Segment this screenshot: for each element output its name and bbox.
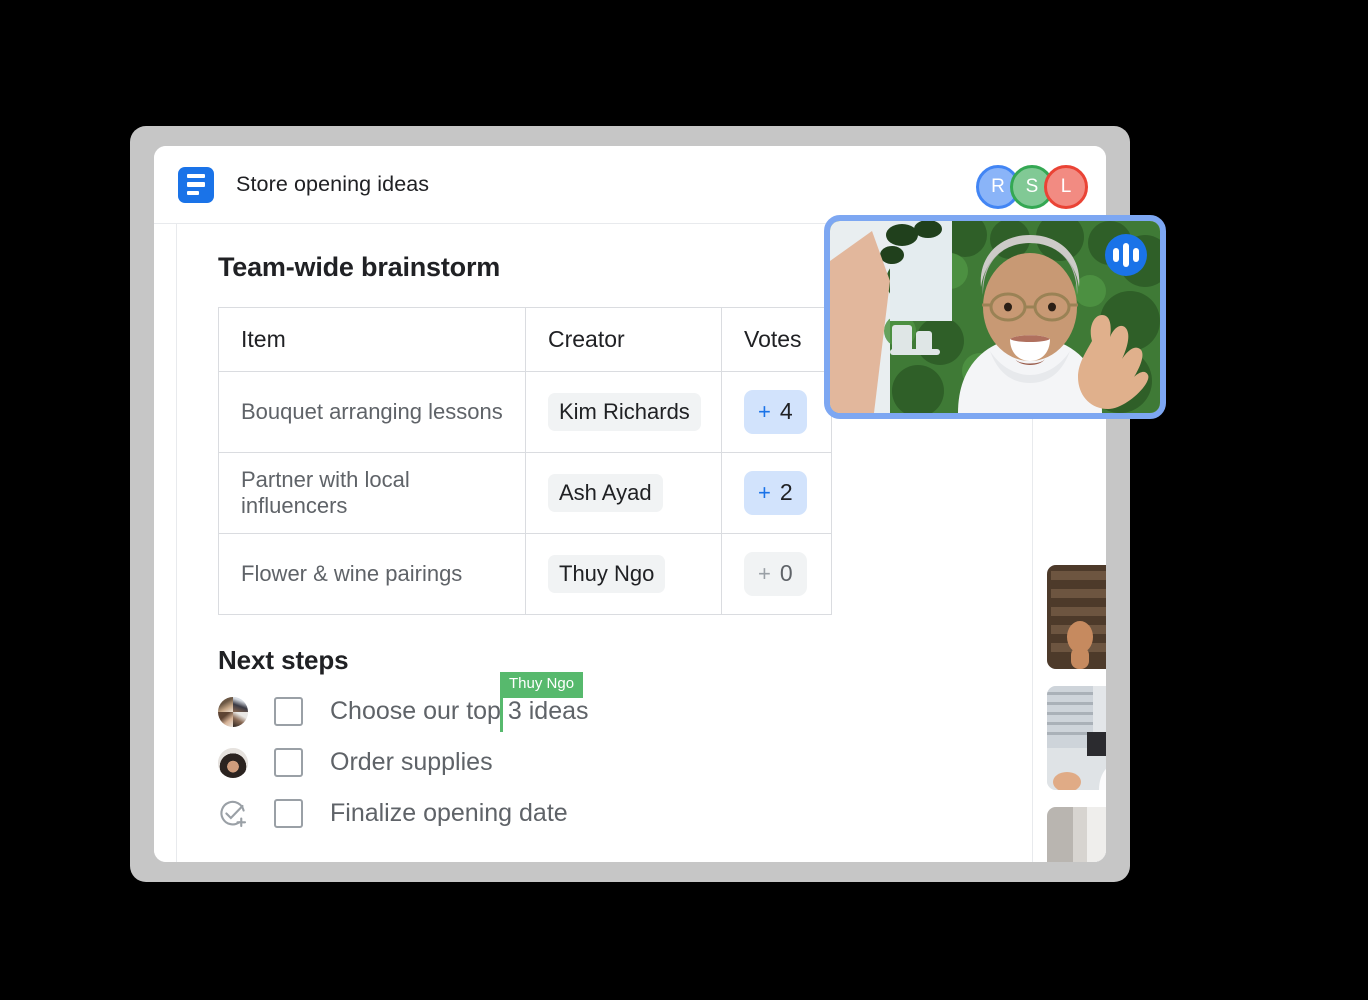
docs-icon [178, 166, 214, 203]
vote-plus-sign: + [758, 480, 771, 506]
video-call-panel [1032, 374, 1106, 862]
page-title: Store opening ideas [236, 172, 430, 196]
avatar-quad [218, 696, 248, 727]
table-header-row: Item Creator Votes [218, 307, 832, 372]
cell-item[interactable]: Bouquet arranging lessons [218, 371, 526, 453]
cell-item[interactable]: Flower & wine pairings [218, 533, 526, 615]
document-content: Team-wide brainstorm Item Creator Votes [218, 252, 918, 839]
cell-item[interactable]: Partner with local influencers [218, 452, 526, 534]
vote-count: 0 [779, 560, 793, 587]
speaking-indicator-badge [1105, 234, 1147, 276]
cell-creator: Kim Richards [525, 371, 722, 453]
task-checkbox[interactable] [274, 799, 303, 828]
creator-chip[interactable]: Ash Ayad [548, 473, 663, 513]
task-label: Finalize opening date [330, 799, 568, 827]
section-heading-next-steps: Next steps [218, 645, 349, 675]
presence-avatars: R S L [976, 165, 1088, 209]
self-video-tile[interactable] [824, 215, 1166, 419]
column-header-votes: Votes [721, 307, 832, 372]
page-margin-rule [176, 224, 177, 862]
vote-count: 2 [779, 479, 793, 506]
title-bar: Store opening ideas R S L [154, 146, 1106, 224]
participant-thumbnails [1047, 565, 1106, 862]
participant-thumbnail[interactable] [1047, 686, 1106, 790]
column-header-item: Item [218, 307, 526, 372]
list-item: Finalize opening date [218, 788, 918, 839]
task-label: Order supplies [330, 748, 493, 776]
cell-votes: + 2 [721, 452, 832, 534]
participant-thumbnail[interactable] [1047, 565, 1106, 669]
group-avatar [218, 696, 248, 727]
vote-chip[interactable]: + 4 [744, 390, 807, 434]
cell-creator: Thuy Ngo [525, 533, 722, 615]
table-row: Flower & wine pairings Thuy Ngo + 0 [218, 533, 832, 615]
vote-count: 4 [779, 398, 793, 425]
creator-chip[interactable]: Thuy Ngo [548, 554, 666, 594]
column-header-creator: Creator [525, 307, 722, 372]
cell-votes: + 4 [721, 371, 832, 453]
avatar [218, 747, 248, 778]
vote-chip[interactable]: + 2 [744, 471, 807, 515]
single-avatar [218, 747, 248, 778]
task-checkbox[interactable] [274, 748, 303, 777]
table-row: Partner with local influencers Ash Ayad … [218, 452, 832, 534]
screenshot-stage: Store opening ideas R S L Team-wide brai… [0, 0, 1368, 1000]
avatar-initial: R [991, 176, 1005, 197]
cell-creator: Ash Ayad [525, 452, 722, 534]
task-checkbox[interactable] [274, 697, 303, 726]
vote-plus-sign: + [758, 399, 771, 425]
section-heading-brainstorm: Team-wide brainstorm [218, 252, 501, 282]
avatar-initial: L [1060, 176, 1072, 197]
list-item: Order supplies [218, 737, 918, 788]
avatar-presence-l[interactable]: L [1044, 165, 1088, 209]
list-item: Choose our top 3 ideas [218, 686, 918, 737]
avatar-initial: S [1025, 176, 1039, 197]
cell-votes: + 0 [721, 533, 832, 615]
vote-plus-sign: + [758, 561, 771, 587]
assign-task-icon[interactable] [218, 799, 248, 829]
task-label: Choose our top 3 ideas [330, 697, 589, 725]
creator-chip[interactable]: Kim Richards [548, 392, 701, 432]
brainstorm-table: Item Creator Votes Bouquet arranging les… [218, 307, 832, 615]
participant-thumbnail[interactable] [1047, 807, 1106, 862]
vote-chip[interactable]: + 0 [744, 552, 807, 596]
table-row: Bouquet arranging lessons Kim Richards +… [218, 371, 832, 453]
